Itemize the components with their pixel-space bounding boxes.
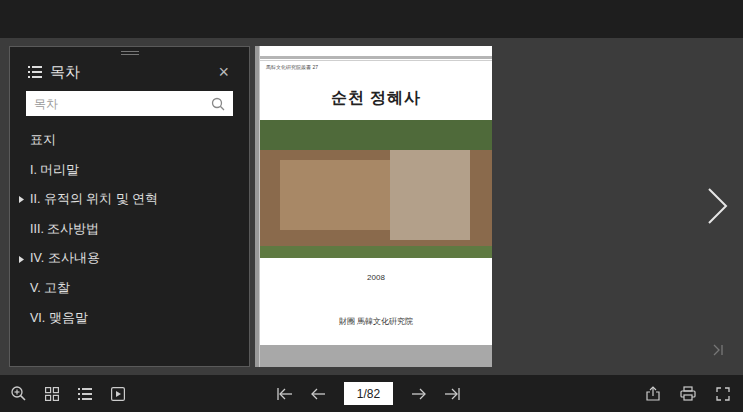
drag-handle[interactable] — [10, 47, 249, 55]
toc-item[interactable]: 표지 — [10, 126, 249, 156]
close-button[interactable]: × — [218, 63, 231, 81]
toc-item[interactable]: I. 머리말 — [10, 156, 249, 186]
toc-item[interactable]: III. 조사방법 — [10, 215, 249, 245]
page-title: 순천 정혜사 — [260, 70, 492, 108]
top-bar — [0, 0, 743, 38]
toc-item-label[interactable]: II. 유적의 위치 및 연혁 — [30, 192, 158, 208]
toc-item[interactable]: II. 유적의 위치 및 연혁 — [10, 185, 249, 215]
toc-item[interactable]: VI. 맺음말 — [10, 304, 249, 334]
series-label: 馬韓文化硏究院叢書 27 — [260, 61, 492, 70]
expand-caret-icon[interactable] — [19, 254, 30, 264]
expand-caret-icon — [19, 284, 30, 294]
toc-item-label[interactable]: VI. 맺음말 — [30, 311, 88, 327]
expand-caret-icon — [19, 165, 30, 175]
previous-page-icon[interactable] — [311, 387, 326, 401]
toc-panel: 목차 × 표지 I. 머리말 II. 유적의 위치 및 연혁 III. 조사방법 IV.… — [9, 46, 250, 367]
expand-caret-icon — [19, 136, 30, 146]
last-page-small-icon[interactable] — [712, 344, 724, 356]
page-year: 2008 — [260, 258, 492, 284]
slideshow-icon[interactable] — [111, 387, 125, 401]
search-input[interactable] — [34, 95, 211, 113]
share-icon[interactable] — [646, 386, 660, 401]
toc-list: 표지 I. 머리말 II. 유적의 위치 및 연혁 III. 조사방법 IV. 조사내용… — [10, 126, 249, 333]
publisher: 財團 馬韓文化硏究院 — [260, 284, 492, 328]
toc-item-label[interactable]: I. 머리말 — [30, 163, 79, 179]
cover-photo — [260, 120, 492, 258]
grid-icon[interactable] — [45, 387, 59, 401]
expand-caret-icon[interactable] — [19, 195, 30, 205]
next-page-icon[interactable] — [411, 387, 426, 401]
toolbar: 1/82 — [0, 375, 743, 412]
document-page: 馬韓文化硏究院叢書 27 순천 정혜사 2008 財團 馬韓文化硏究院 — [255, 46, 492, 367]
search-box[interactable] — [26, 91, 233, 116]
toc-item-label[interactable]: V. 고찰 — [30, 281, 70, 297]
toc-item-label[interactable]: III. 조사방법 — [30, 222, 99, 238]
first-page-icon[interactable] — [277, 387, 293, 401]
toc-item[interactable]: V. 고찰 — [10, 274, 249, 304]
toc-item[interactable]: IV. 조사내용 — [10, 244, 249, 274]
toc-title: 목차 — [50, 61, 80, 84]
toc-item-label[interactable]: 표지 — [30, 133, 56, 149]
viewer-area: 목차 × 표지 I. 머리말 II. 유적의 위치 및 연혁 III. 조사방법 IV.… — [0, 38, 743, 375]
expand-caret-icon — [19, 225, 30, 235]
toc-list-icon[interactable] — [78, 388, 92, 400]
zoom-in-icon[interactable] — [11, 386, 26, 401]
last-page-icon[interactable] — [444, 387, 460, 401]
list-icon — [28, 66, 42, 78]
toc-header: 목차 × — [10, 55, 249, 83]
toc-item-label[interactable]: IV. 조사내용 — [30, 251, 100, 267]
print-icon[interactable] — [680, 386, 696, 401]
search-icon[interactable] — [211, 97, 225, 111]
fullscreen-icon[interactable] — [716, 387, 730, 401]
expand-caret-icon — [19, 313, 30, 323]
next-page-arrow-icon[interactable] — [705, 186, 729, 226]
page-number-field[interactable]: 1/82 — [344, 382, 393, 405]
